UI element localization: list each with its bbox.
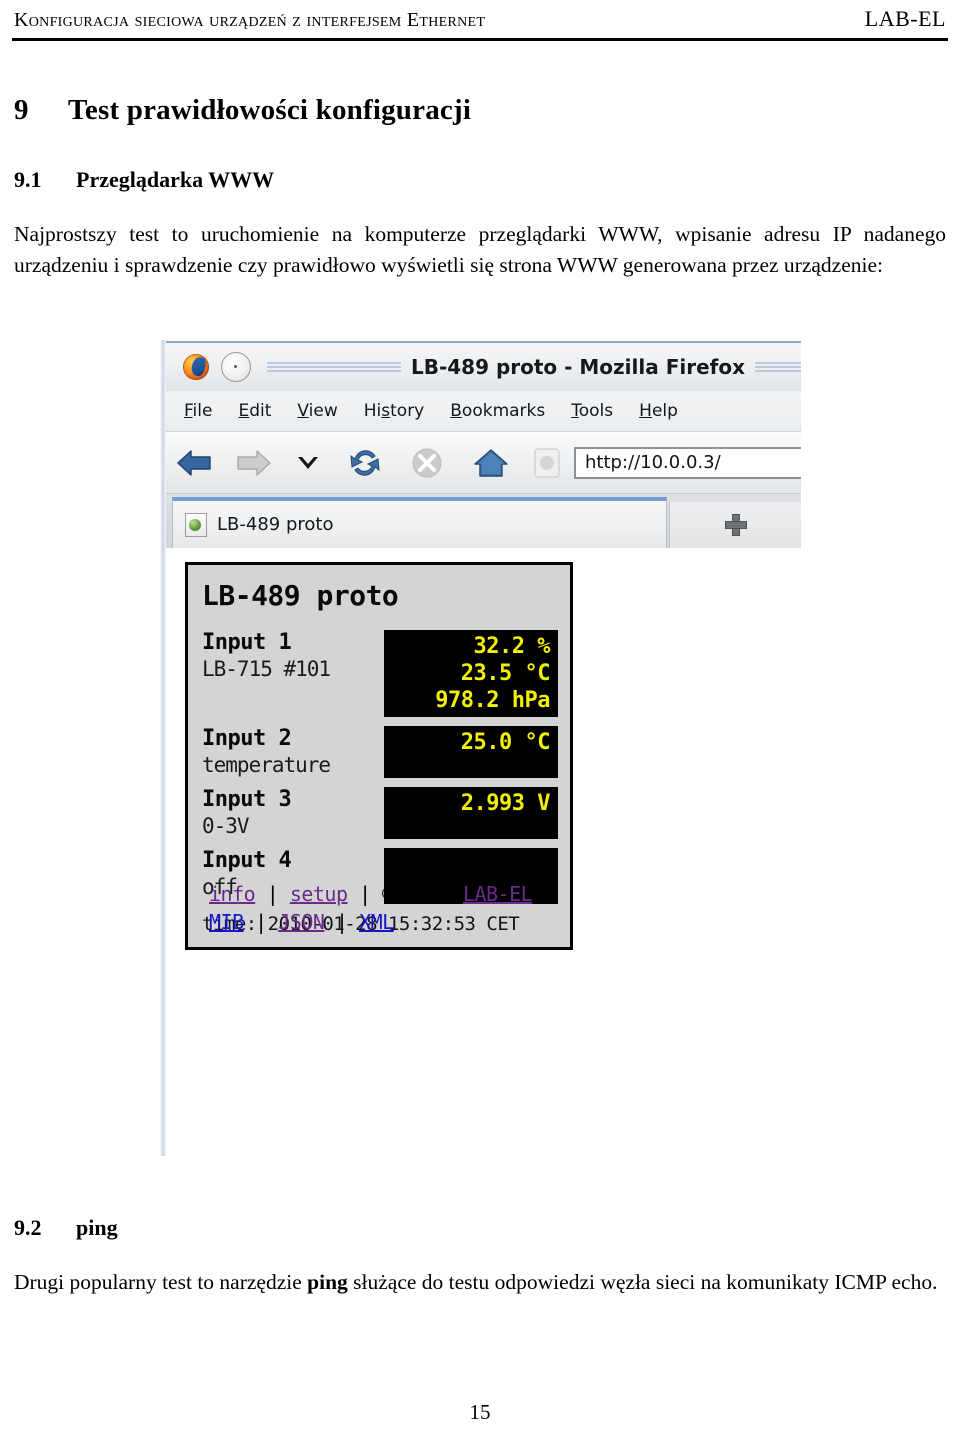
device-value: 978.2 hPa bbox=[435, 688, 550, 713]
link-info[interactable]: info bbox=[209, 882, 256, 906]
page-number: 15 bbox=[469, 1400, 491, 1424]
menu-item-edit[interactable]: Edit bbox=[238, 401, 271, 421]
device-value: 25.0 °C bbox=[460, 730, 551, 755]
section-title-9: Test prawidłowości konfiguracji bbox=[68, 94, 472, 126]
forward-arrow-icon bbox=[224, 446, 282, 480]
device-row-input-3: Input 3 0-3V 2.993 V bbox=[200, 787, 558, 839]
device-footer-links: info | setup | © 2009 LAB-EL MIB | JSON … bbox=[209, 880, 533, 936]
device-value: 23.5 °C bbox=[460, 661, 551, 686]
page-running-header: Konfiguracja sieciowa urządzeń z interfe… bbox=[0, 0, 960, 46]
link-setup[interactable]: setup bbox=[290, 882, 348, 906]
header-brand-right: LAB-EL bbox=[864, 6, 946, 31]
titlebar-decoration-right bbox=[755, 360, 801, 374]
subsection-number-9-2: 9.2 bbox=[14, 1215, 42, 1240]
tab-lb489-proto[interactable]: LB-489 proto bbox=[172, 497, 667, 548]
device-value: 2.993 V bbox=[460, 791, 551, 816]
window-title: LB-489 proto - Mozilla Firefox bbox=[410, 355, 745, 379]
url-text: http://10.0.0.3/ bbox=[585, 452, 721, 473]
menu-item-history[interactable]: History bbox=[364, 401, 425, 421]
link-lab-el[interactable]: LAB-EL bbox=[463, 882, 533, 906]
link-separator: | bbox=[255, 910, 267, 934]
menu-item-bookmarks[interactable]: Bookmarks bbox=[450, 401, 545, 421]
header-title-left: Konfiguracja sieciowa urządzeń z interfe… bbox=[14, 9, 486, 31]
subsection-number-9-1: 9.1 bbox=[14, 167, 42, 192]
paragraph-9-2-bold: ping bbox=[307, 1270, 348, 1294]
plus-icon bbox=[725, 514, 747, 536]
device-row-labels: Input 2 temperature bbox=[200, 726, 384, 778]
page-viewport: LB-489 proto Input 1 LB-715 #101 32.2 % … bbox=[166, 548, 801, 1158]
link-separator: | bbox=[266, 882, 279, 906]
document-body-lower: 9.2 ping Drugi popularny test to narzędzi… bbox=[0, 1215, 960, 1298]
device-input-subtitle: temperature bbox=[202, 753, 331, 777]
back-arrow-icon[interactable] bbox=[166, 446, 224, 480]
device-input-name: Input 2 bbox=[202, 726, 292, 751]
device-input-subtitle: LB-715 #101 bbox=[202, 657, 331, 681]
device-page-title: LB-489 proto bbox=[202, 579, 399, 612]
chevron-down-icon[interactable] bbox=[282, 453, 334, 473]
device-row-labels: Input 3 0-3V bbox=[200, 787, 384, 839]
menu-item-tools[interactable]: Tools bbox=[571, 401, 613, 421]
titlebar-decoration-left bbox=[267, 360, 401, 374]
device-input-subtitle: 0-3V bbox=[202, 814, 250, 838]
subsection-heading-9-2: 9.2 ping bbox=[14, 1215, 960, 1241]
section-number-9: 9 bbox=[14, 94, 29, 126]
device-row-labels: Input 1 LB-715 #101 bbox=[200, 630, 384, 717]
document-body: 9 Test prawidłowości konfiguracji 9.1 Prze… bbox=[0, 46, 960, 281]
stop-icon bbox=[396, 446, 458, 480]
paragraph-9-1: Najprostszy test to uruchomienie na komp… bbox=[14, 222, 946, 277]
menu-item-help[interactable]: Help bbox=[639, 401, 678, 421]
device-input-name: Input 4 bbox=[202, 848, 292, 873]
navigation-toolbar: http://10.0.0.3/ bbox=[166, 432, 801, 494]
link-json[interactable]: JSON bbox=[278, 910, 325, 934]
url-bar[interactable]: http://10.0.0.3/ bbox=[574, 446, 801, 479]
device-input-name: Input 3 bbox=[202, 787, 292, 812]
link-mib[interactable]: MIB bbox=[209, 910, 244, 934]
new-tab-button[interactable] bbox=[669, 502, 801, 548]
reload-icon[interactable] bbox=[334, 446, 396, 480]
device-row-input-2: Input 2 temperature 25.0 °C bbox=[200, 726, 558, 778]
tab-strip: LB-489 proto bbox=[166, 494, 801, 548]
window-menu-circle-icon[interactable] bbox=[221, 352, 251, 382]
menu-item-file[interactable]: File bbox=[184, 401, 212, 421]
tab-label: LB-489 proto bbox=[217, 514, 334, 535]
device-readout: 25.0 °C bbox=[384, 726, 558, 778]
subsection-title-9-2: ping bbox=[76, 1215, 118, 1240]
subsection-heading-9-1: 9.1 Przeglądarka WWW bbox=[14, 167, 960, 193]
device-value: 32.2 % bbox=[473, 634, 551, 659]
firefox-window: LB-489 proto - Mozilla Firefox File Edit… bbox=[166, 338, 801, 1158]
paragraph-9-2: Drugi popularny test to narzędzie ping s… bbox=[14, 1267, 946, 1298]
device-links-row-1: info | setup | © 2009 LAB-EL bbox=[209, 880, 533, 908]
paragraph-9-2-after: służące do testu odpowiedzi węzła sieci … bbox=[347, 1270, 938, 1294]
subsection-title-9-1: Przeglądarka WWW bbox=[76, 167, 275, 192]
device-links-row-2: MIB | JSON | XML bbox=[209, 908, 532, 936]
device-readout: 32.2 % 23.5 °C 978.2 hPa bbox=[384, 630, 558, 717]
section-heading-9: 9 Test prawidłowości konfiguracji bbox=[14, 94, 960, 127]
menu-item-view[interactable]: View bbox=[297, 401, 337, 421]
window-titlebar: LB-489 proto - Mozilla Firefox bbox=[166, 341, 801, 391]
tab-favicon-icon bbox=[185, 512, 207, 537]
link-separator: | bbox=[359, 882, 371, 906]
firefox-logo-icon bbox=[183, 354, 209, 380]
site-identity-icon[interactable] bbox=[524, 447, 570, 479]
header-rule bbox=[12, 38, 948, 41]
browser-screenshot-figure: LB-489 proto - Mozilla Firefox File Edit… bbox=[160, 338, 801, 1158]
copyright-text: © 2009 bbox=[382, 882, 452, 906]
link-separator: | bbox=[335, 910, 348, 934]
device-row-input-1: Input 1 LB-715 #101 32.2 % 23.5 °C 978.2… bbox=[200, 630, 558, 717]
device-input-name: Input 1 bbox=[202, 630, 292, 655]
browser-window-screenshot: LB-489 proto - Mozilla Firefox File Edit… bbox=[160, 338, 801, 1158]
menu-bar: File Edit View History Bookmarks Tools H… bbox=[166, 391, 801, 432]
paragraph-9-2-before: Drugi popularny test to narzędzie bbox=[14, 1270, 308, 1294]
link-xml[interactable]: XML bbox=[359, 910, 394, 934]
device-readout: 2.993 V bbox=[384, 787, 558, 839]
home-icon[interactable] bbox=[458, 446, 524, 480]
